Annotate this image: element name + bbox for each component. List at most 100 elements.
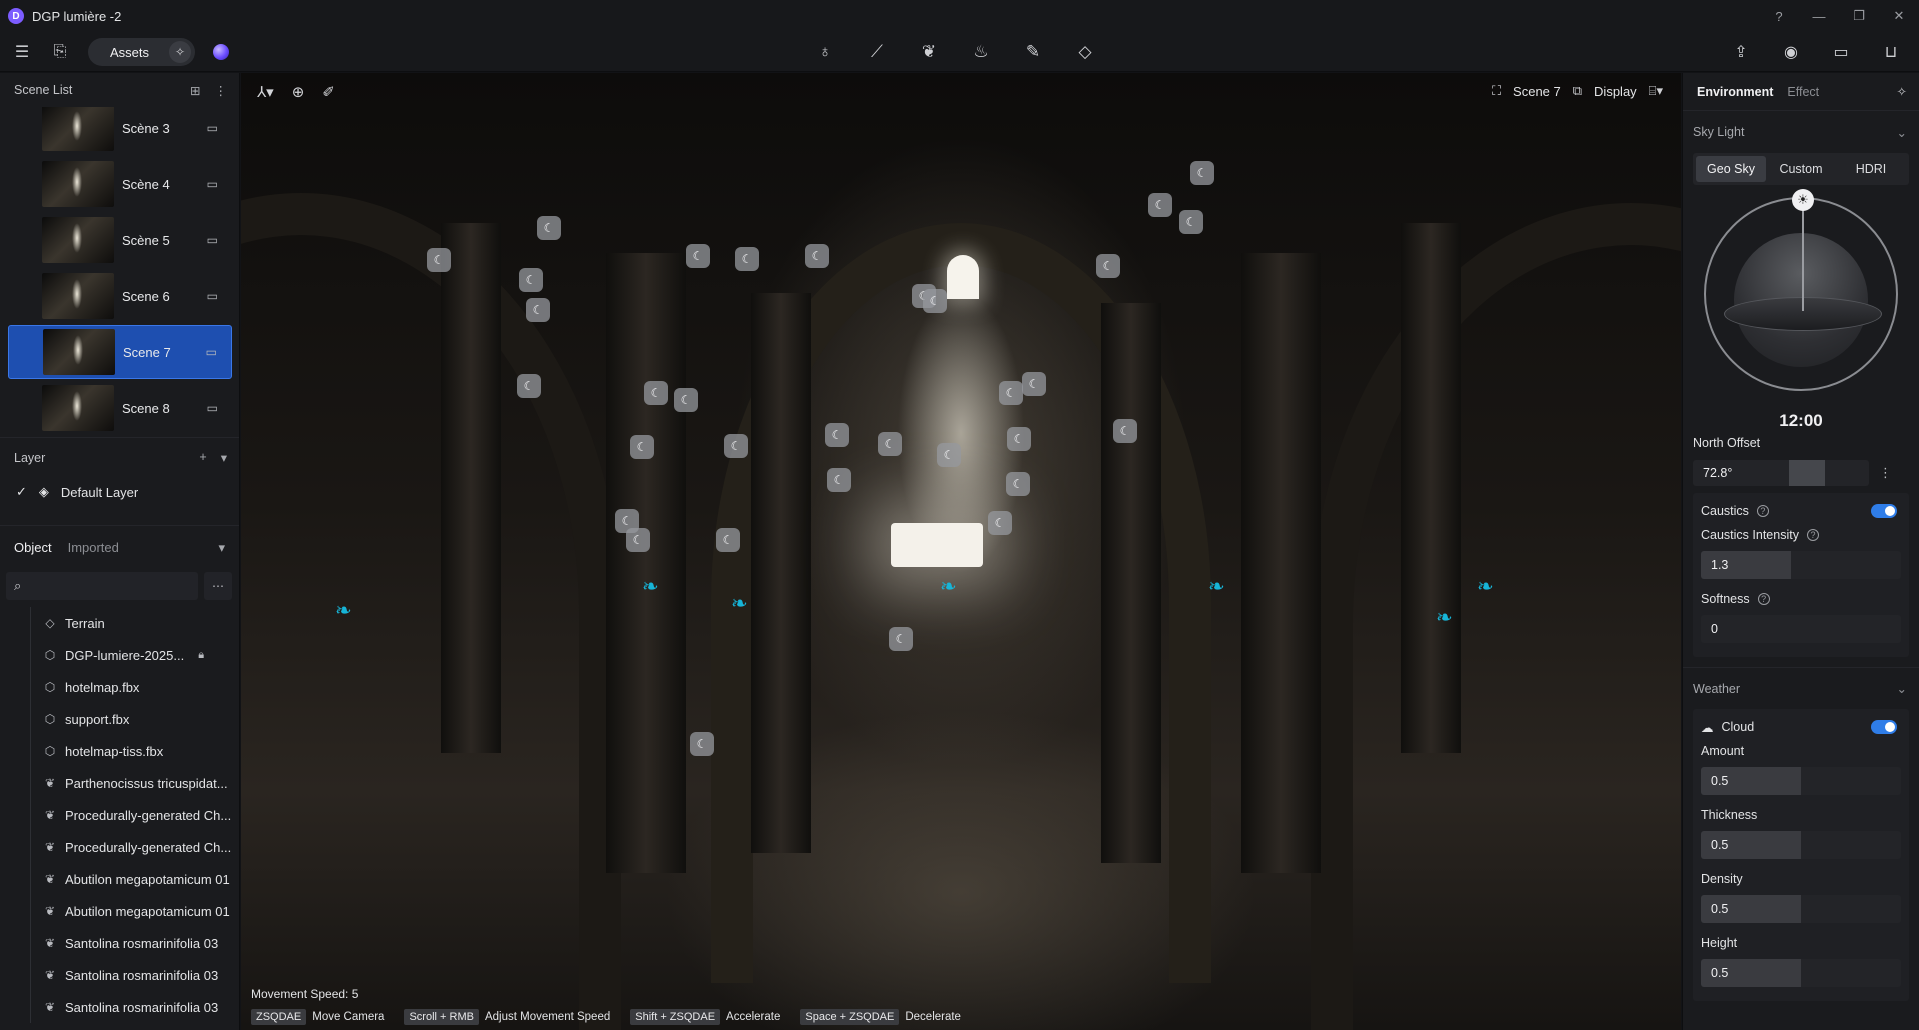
- camera-icon[interactable]: ▭: [207, 233, 218, 247]
- scene-item[interactable]: Scène 5 ▭: [8, 213, 232, 267]
- chevron-down-icon[interactable]: ⌄: [1897, 681, 1907, 696]
- list-item[interactable]: ❦ Abutilon megapotamicum 01: [30, 895, 239, 927]
- filter-dropdown-icon[interactable]: ▾: [218, 540, 225, 556]
- light-marker-icon[interactable]: ☾: [1022, 372, 1046, 396]
- camera-icon[interactable]: ▭: [207, 401, 218, 415]
- height-slider[interactable]: 0.5: [1701, 959, 1901, 987]
- chevron-down-icon[interactable]: ⌄: [1897, 125, 1907, 140]
- file-sync-icon[interactable]: ⎘: [50, 43, 70, 61]
- north-offset-slider[interactable]: 72.8°: [1693, 460, 1869, 486]
- slider-handle[interactable]: [1789, 460, 1825, 486]
- tab-object[interactable]: Object: [14, 540, 52, 555]
- tab-imported[interactable]: Imported: [68, 540, 119, 555]
- list-item[interactable]: ⬡ support.fbx: [30, 703, 239, 735]
- light-marker-icon[interactable]: ☾: [630, 435, 654, 459]
- sky-mode-geo-sky[interactable]: Geo Sky: [1696, 156, 1766, 182]
- light-marker-icon[interactable]: ☾: [937, 443, 961, 467]
- list-item[interactable]: ❦ Parthenocissus tricuspidat...: [30, 767, 239, 799]
- help-icon[interactable]: ?: [1757, 593, 1770, 605]
- light-marker-icon[interactable]: ☾: [825, 423, 849, 447]
- light-marker-icon[interactable]: ☾: [626, 528, 650, 552]
- caustics-toggle[interactable]: [1871, 504, 1897, 518]
- display-icon[interactable]: ⧉: [1573, 83, 1582, 99]
- sky-mode-custom[interactable]: Custom: [1766, 156, 1836, 182]
- light-marker-icon[interactable]: ☾: [644, 381, 668, 405]
- video-icon[interactable]: ▭: [1831, 42, 1851, 62]
- plant-marker-icon[interactable]: ❧: [1477, 574, 1494, 599]
- light-marker-icon[interactable]: ☾: [878, 432, 902, 456]
- camera-settings-icon[interactable]: ⌸▾: [1649, 83, 1663, 99]
- add-scene-icon[interactable]: ⊞: [190, 83, 200, 98]
- light-marker-icon[interactable]: ☾: [674, 388, 698, 412]
- lock-icon[interactable]: 🔒︎: [198, 649, 204, 662]
- list-item[interactable]: ⬡ DGP-lumiere-2025... 🔒︎: [30, 639, 239, 671]
- path-icon[interactable]: ⟋: [867, 42, 887, 62]
- light-marker-icon[interactable]: ☾: [1006, 472, 1030, 496]
- scene-item-active[interactable]: Scene 7 ▭: [8, 325, 232, 379]
- terrain-icon[interactable]: ◇: [1075, 42, 1095, 62]
- light-marker-icon[interactable]: ☾: [1148, 193, 1172, 217]
- 3d-viewport[interactable]: ⅄▾ ⊕ ✐ ⛶ Scene 7 ⧉ Display ⌸▾ ☾ ☾ ☾ ☾ ☾ …: [241, 73, 1681, 1030]
- menu-icon[interactable]: ☰: [12, 42, 32, 62]
- light-marker-icon[interactable]: ☾: [517, 374, 541, 398]
- scene-item[interactable]: Scene 8 ▭: [8, 381, 232, 435]
- sky-mode-hdri[interactable]: HDRI: [1836, 156, 1906, 182]
- cloud-toggle[interactable]: [1871, 720, 1897, 734]
- restore-button[interactable]: ❐: [1839, 8, 1879, 24]
- tab-effect[interactable]: Effect: [1787, 85, 1819, 99]
- softness-slider[interactable]: 0: [1701, 615, 1901, 643]
- scene-item[interactable]: Scène 3 ▭: [8, 107, 232, 155]
- light-marker-icon[interactable]: ☾: [724, 434, 748, 458]
- sky-light-header[interactable]: Sky Light ⌄: [1683, 111, 1919, 153]
- light-marker-icon[interactable]: ☾: [1007, 427, 1031, 451]
- light-marker-icon[interactable]: ☾: [526, 298, 550, 322]
- help-icon[interactable]: ?: [1806, 529, 1819, 541]
- share-icon[interactable]: ⇪: [1731, 42, 1751, 62]
- search-input[interactable]: ⌕: [6, 572, 198, 600]
- scene-item[interactable]: Scène 4 ▭: [8, 157, 232, 211]
- more-options-icon[interactable]: ⋮: [215, 83, 228, 98]
- scene-item[interactable]: Scene 6 ▭: [8, 269, 232, 323]
- camera-icon[interactable]: ▭: [207, 177, 218, 191]
- list-item[interactable]: ❦ Procedurally-generated Ch...: [30, 799, 239, 831]
- minimize-button[interactable]: —: [1799, 9, 1839, 24]
- light-marker-icon[interactable]: ☾: [827, 468, 851, 492]
- layer-item[interactable]: ✓ ◈ Default Layer: [0, 477, 239, 507]
- plant-marker-icon[interactable]: ❧: [940, 574, 957, 599]
- globe-icon[interactable]: ⊕: [292, 83, 305, 101]
- collapse-icon[interactable]: ▾: [221, 450, 227, 465]
- tab-environment[interactable]: Environment: [1697, 85, 1773, 99]
- amount-slider[interactable]: 0.5: [1701, 767, 1901, 795]
- current-scene-label[interactable]: Scene 7: [1513, 84, 1561, 99]
- light-marker-icon[interactable]: ☾: [988, 511, 1012, 535]
- light-marker-icon[interactable]: ☾: [923, 289, 947, 313]
- caustics-intensity-slider[interactable]: 1.3: [1701, 551, 1901, 579]
- light-marker-icon[interactable]: ☾: [999, 381, 1023, 405]
- light-marker-icon[interactable]: ☾: [735, 247, 759, 271]
- list-item[interactable]: ◇ Terrain: [30, 607, 239, 639]
- sun-position-dial[interactable]: ☀: [1704, 189, 1898, 391]
- density-slider[interactable]: 0.5: [1701, 895, 1901, 923]
- camera-icon[interactable]: ◉: [1781, 42, 1801, 62]
- light-marker-icon[interactable]: ☾: [805, 244, 829, 268]
- light-marker-icon[interactable]: ☾: [716, 528, 740, 552]
- light-marker-icon[interactable]: ☾: [427, 248, 451, 272]
- camera-icon[interactable]: ▭: [207, 121, 218, 135]
- light-marker-icon[interactable]: ☾: [1179, 210, 1203, 234]
- list-item[interactable]: ⬡ hotelmap.fbx: [30, 671, 239, 703]
- more-options-icon[interactable]: ⋮: [1879, 465, 1892, 481]
- inbox-icon[interactable]: ⊔: [1881, 42, 1901, 62]
- light-marker-icon[interactable]: ☾: [1113, 419, 1137, 443]
- list-item[interactable]: ❦ Santolina rosmarinifolia 03: [30, 959, 239, 991]
- list-item[interactable]: ❦ Santolina rosmarinifolia 03: [30, 991, 239, 1023]
- ai-sparkle-icon[interactable]: ✧: [1897, 84, 1907, 99]
- assets-button[interactable]: Assets ✧: [88, 38, 196, 66]
- grid-view-button[interactable]: ⋯: [204, 572, 232, 600]
- help-icon[interactable]: ?: [1756, 505, 1769, 517]
- camera-icon[interactable]: ▭: [206, 345, 217, 359]
- eyedropper-icon[interactable]: ✐: [322, 83, 335, 101]
- plant-marker-icon[interactable]: ❧: [1208, 574, 1225, 599]
- focus-frame-icon[interactable]: ⛶: [1492, 83, 1501, 99]
- fire-icon[interactable]: ♨: [971, 42, 991, 62]
- plant-marker-icon[interactable]: ❧: [335, 598, 352, 623]
